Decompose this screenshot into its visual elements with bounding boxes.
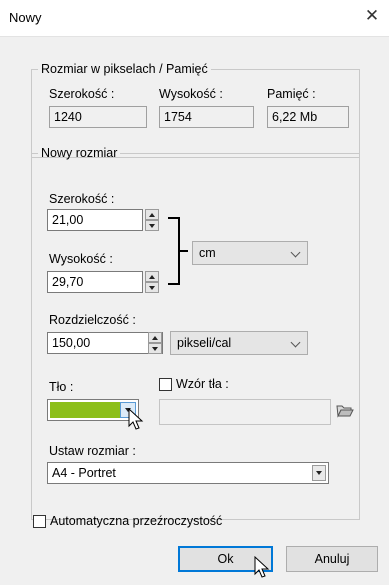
pattern-label: Wzór tła : (176, 377, 229, 391)
unit-dropdown-value: cm (199, 246, 216, 260)
height-spin-up[interactable] (145, 271, 159, 282)
resolution-spin-up[interactable] (148, 332, 162, 343)
width-spin-up[interactable] (145, 209, 159, 220)
width-spin-down[interactable] (145, 220, 159, 231)
pixel-width-field: 1240 (49, 106, 147, 128)
pixel-width-label: Szerokość : (49, 87, 115, 101)
new-height-label: Wysokość : (49, 252, 113, 266)
background-label: Tło : (49, 380, 74, 394)
preset-dropdown[interactable]: A4 - Portret (47, 462, 329, 484)
new-width-label: Szerokość : (49, 192, 115, 206)
resolution-input[interactable]: 150,00 (47, 332, 163, 354)
chevron-down-icon[interactable] (312, 465, 326, 481)
link-bracket-tick (180, 250, 188, 252)
memory-field: 6,22 Mb (267, 106, 349, 128)
pixel-size-legend: Rozmiar w pikselach / Pamięć (41, 62, 208, 76)
ok-button[interactable]: Ok (178, 546, 273, 572)
pixel-height-field: 1754 (159, 106, 254, 128)
auto-transparency-label: Automatyczna przeźroczystość (50, 514, 223, 528)
preset-label: Ustaw rozmiar : (49, 444, 136, 458)
window-title: Nowy (9, 10, 42, 25)
resolution-spin-arrows-icon[interactable] (148, 332, 162, 354)
new-image-dialog: Nowy ✕ Rozmiar w pikselach / Pamięć Szer… (0, 0, 389, 585)
resolution-label: Rozdzielczość : (49, 313, 136, 327)
unit-dropdown[interactable]: cm (192, 241, 308, 265)
chevron-down-icon (290, 247, 301, 258)
width-spin-arrows-icon[interactable] (145, 209, 159, 231)
height-spin-down[interactable] (145, 282, 159, 293)
preset-dropdown-value: A4 - Portret (52, 466, 116, 480)
pixel-height-label: Wysokość : (159, 87, 223, 101)
chevron-down-icon (290, 337, 301, 348)
resolution-spin-down[interactable] (148, 343, 162, 354)
pattern-path-field (159, 399, 331, 425)
background-color-swatch (50, 402, 120, 418)
link-bracket (168, 217, 180, 285)
height-spin-arrows-icon[interactable] (145, 271, 159, 293)
new-width-input[interactable]: 21,00 (47, 209, 143, 231)
resolution-unit-dropdown[interactable]: pikseli/cal (170, 331, 308, 355)
memory-label: Pamięć : (267, 87, 316, 101)
close-icon[interactable]: ✕ (363, 7, 381, 25)
title-bar: Nowy ✕ (0, 0, 389, 37)
pattern-checkbox[interactable] (159, 378, 172, 391)
open-folder-icon[interactable] (336, 403, 354, 419)
chevron-down-icon[interactable] (120, 402, 136, 418)
resolution-unit-value: pikseli/cal (177, 336, 232, 350)
new-height-input[interactable]: 29,70 (47, 271, 143, 293)
auto-transparency-checkbox[interactable] (33, 515, 46, 528)
cancel-button[interactable]: Anuluj (286, 546, 378, 572)
new-size-legend: Nowy rozmiar (41, 146, 118, 160)
background-color-picker[interactable] (47, 399, 139, 421)
